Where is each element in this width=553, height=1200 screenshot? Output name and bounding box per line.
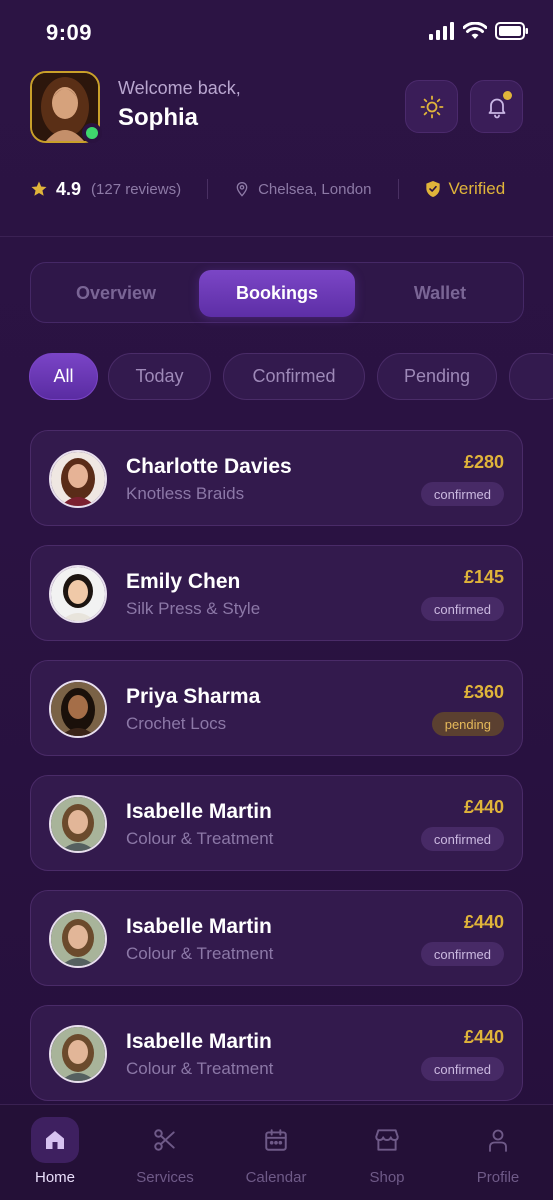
filter-chip-all[interactable]: All [29, 353, 98, 400]
bottom-navigation: Home Services Calendar Shop Profile [0, 1104, 553, 1200]
status-badge: confirmed [420, 827, 504, 851]
stats-separator [397, 179, 399, 199]
service-name: Silk Press & Style [126, 599, 261, 618]
profile-icon [474, 1117, 522, 1163]
nav-label: Calendar [245, 1169, 307, 1186]
client-name: Charlotte Davies [126, 455, 292, 478]
notification-dot [503, 91, 512, 100]
wifi-icon [463, 22, 487, 39]
welcome-text: Welcome back, [118, 78, 241, 98]
nav-services[interactable]: Services [110, 1105, 220, 1200]
stats-separator [207, 179, 209, 199]
nav-label: Services [136, 1169, 194, 1186]
client-name: Emily Chen [126, 570, 241, 593]
online-status-indicator [82, 123, 102, 143]
nav-shop[interactable]: Shop [332, 1105, 442, 1200]
status-time: 9:09 [46, 20, 93, 45]
sun-icon [420, 95, 443, 118]
client-avatar [49, 795, 107, 853]
theme-toggle-button[interactable] [405, 80, 458, 133]
booking-price: £440 [463, 1027, 504, 1047]
user-name: Sophia [118, 104, 199, 131]
nav-label: Profile [476, 1169, 520, 1186]
booking-price: £145 [463, 567, 504, 587]
service-name: Colour & Treatment [126, 1059, 274, 1078]
status-badge: pending [431, 712, 504, 736]
location-pin-icon [236, 182, 248, 197]
nav-label: Home [34, 1169, 75, 1186]
service-name: Colour & Treatment [126, 829, 274, 848]
verified-badge: Verified [448, 179, 506, 198]
tab-wallet[interactable]: Wallet [365, 270, 515, 317]
status-badge: confirmed [420, 1057, 504, 1081]
client-name: Isabelle Martin [126, 915, 272, 938]
header-divider [0, 236, 553, 237]
booking-price: £440 [463, 912, 504, 932]
profile-avatar[interactable] [30, 71, 102, 143]
status-badge: confirmed [420, 942, 504, 966]
client-avatar [49, 910, 107, 968]
filter-chip-pending[interactable]: Pending [377, 353, 497, 400]
status-badge: confirmed [420, 597, 504, 621]
client-avatar [49, 1025, 107, 1083]
client-name: Priya Sharma [126, 685, 261, 708]
star-icon [31, 181, 47, 196]
tab-overview[interactable]: Overview [41, 270, 191, 317]
booking-card[interactable]: Charlotte Davies Knotless Braids £280 co… [30, 430, 523, 526]
shop-icon [363, 1117, 411, 1163]
segment-tabs: Overview Bookings Wallet [30, 262, 524, 323]
client-name: Isabelle Martin [126, 1030, 272, 1053]
client-name: Isabelle Martin [126, 800, 272, 823]
rating-value: 4.9 [56, 178, 82, 199]
location-text: Chelsea, London [258, 180, 372, 198]
filter-chip-partial[interactable] [509, 353, 553, 400]
stats-row: 4.9 (127 reviews) Chelsea, London Verifi… [30, 176, 525, 202]
client-avatar [49, 680, 107, 738]
service-name: Knotless Braids [126, 484, 245, 503]
scissors-icon [141, 1117, 189, 1163]
status-bar: 9:09 [0, 0, 553, 64]
filter-chip-confirmed[interactable]: Confirmed [223, 353, 365, 400]
cellular-signal-icon [429, 22, 454, 40]
booking-card[interactable]: Isabelle Martin Colour & Treatment £440 … [30, 1005, 523, 1101]
booking-card[interactable]: Emily Chen Silk Press & Style £145 confi… [30, 545, 523, 641]
home-icon [31, 1117, 79, 1163]
tab-bookings[interactable]: Bookings [199, 270, 355, 317]
booking-card[interactable]: Isabelle Martin Colour & Treatment £440 … [30, 890, 523, 986]
service-name: Colour & Treatment [126, 944, 274, 963]
battery-icon [495, 22, 528, 40]
status-badge: confirmed [420, 482, 504, 506]
booking-card[interactable]: Isabelle Martin Colour & Treatment £440 … [30, 775, 523, 871]
notifications-button[interactable] [470, 80, 523, 133]
nav-calendar[interactable]: Calendar [221, 1105, 331, 1200]
calendar-icon [252, 1117, 300, 1163]
booking-price: £280 [463, 452, 504, 472]
status-icons [429, 22, 529, 40]
client-avatar [49, 450, 107, 508]
client-avatar [49, 565, 107, 623]
service-name: Crochet Locs [126, 714, 227, 733]
booking-price: £360 [463, 682, 504, 702]
nav-profile[interactable]: Profile [443, 1105, 553, 1200]
filter-chip-today[interactable]: Today [108, 353, 211, 400]
shield-check-icon [425, 181, 440, 197]
booking-card[interactable]: Priya Sharma Crochet Locs £360 pending [30, 660, 523, 756]
booking-price: £440 [463, 797, 504, 817]
nav-label: Shop [369, 1169, 405, 1186]
reviews-count[interactable]: (127 reviews) [91, 181, 181, 198]
nav-home[interactable]: Home [0, 1105, 110, 1200]
